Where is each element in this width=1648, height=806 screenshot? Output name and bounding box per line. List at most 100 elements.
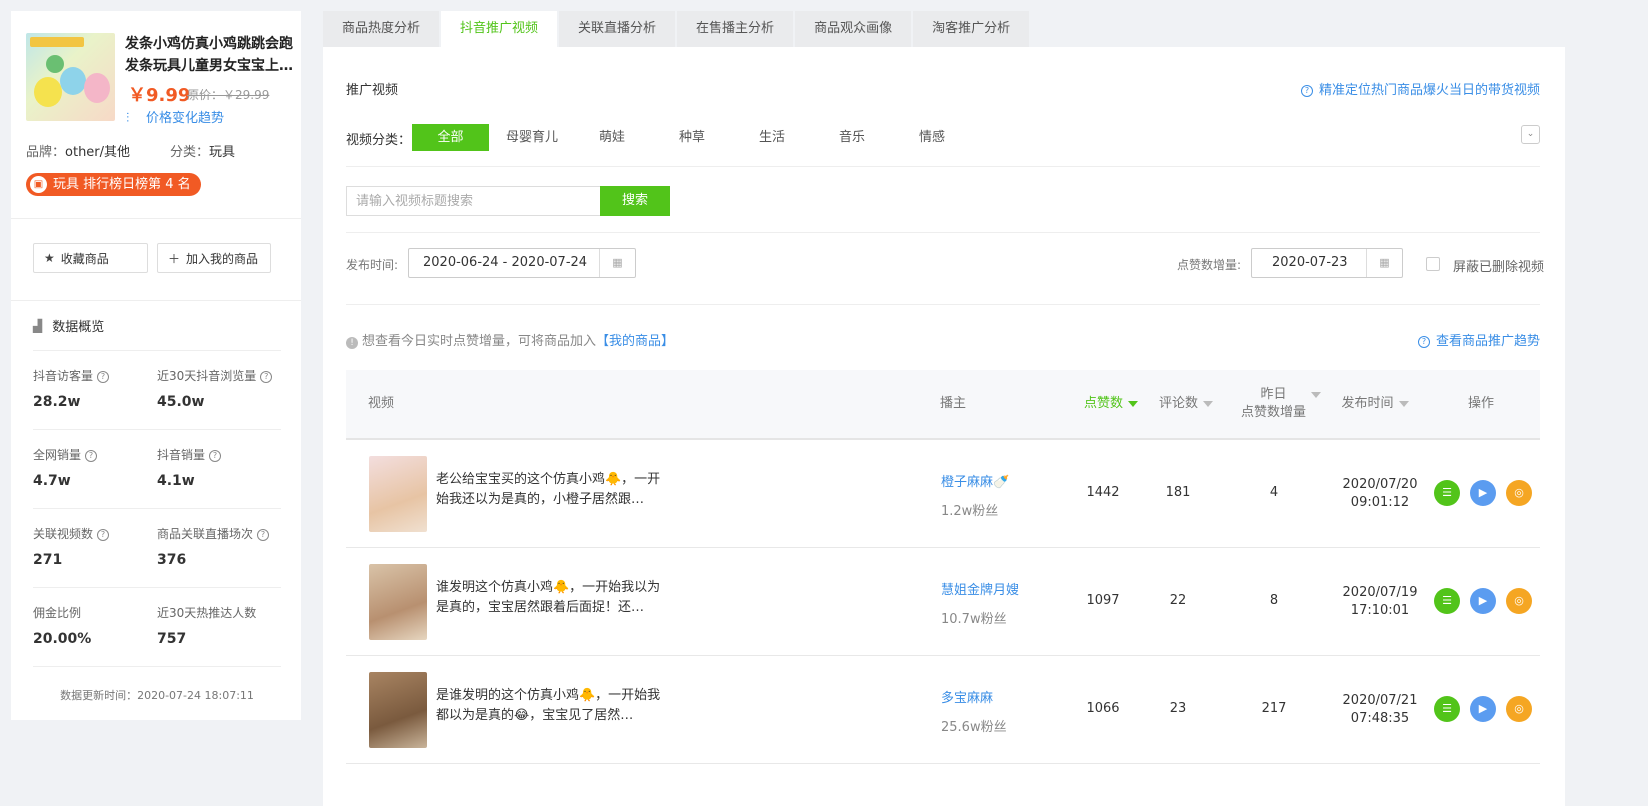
hide-deleted-label: 屏蔽已删除视频	[1453, 260, 1545, 275]
likes-increment-date-picker[interactable]: 2020-07-23 ▦	[1251, 248, 1403, 278]
data-overview: ▟ 数据概览 抖音访客量? 28.2w 近30天抖音浏览量? 45.0w 全网销量? 4…	[11, 301, 301, 703]
rank-badge[interactable]: ▣ 玩具 排行榜日榜第 4 名	[26, 173, 201, 196]
tab-live-analysis[interactable]: 关联直播分析	[559, 11, 676, 47]
video-thumbnail[interactable]	[369, 564, 427, 640]
anchor-fans: 25.6w粉丝	[941, 720, 1007, 735]
table-row: 谁发明这个仿真小鸡🐥，一开始我以为是真的，宝宝居然跟着后面捉！还… 慧姐金牌月嫂…	[346, 548, 1540, 656]
col-likes-sort[interactable]: 点赞数	[1081, 370, 1141, 438]
tab-audience-profile[interactable]: 商品观众画像	[795, 11, 912, 47]
divider	[346, 166, 1540, 167]
col-publish-time-sort[interactable]: 发布时间	[1338, 370, 1412, 438]
analysis-tabs: 商品热度分析 抖音推广视频 关联直播分析 在售播主分析 商品观众画像 淘客推广分…	[323, 11, 1031, 47]
video-thumbnail[interactable]	[369, 672, 427, 748]
video-thumbnail[interactable]	[369, 456, 427, 532]
overview-title: ▟ 数据概览	[33, 301, 281, 351]
detail-button[interactable]: ☰	[1434, 696, 1460, 722]
play-button[interactable]: ▶	[1470, 588, 1496, 614]
publish-date-range-picker[interactable]: 2020-06-24 - 2020-07-24 ▦	[408, 248, 636, 278]
video-panel: 推广视频 ? 精准定位热门商品爆火当日的带货视频 视频分类： 全部 母婴育儿 萌娃…	[323, 47, 1565, 806]
play-button[interactable]: ▶	[1470, 696, 1496, 722]
update-time: 数据更新时间：2020-07-24 18:07:11	[60, 689, 254, 702]
target-button[interactable]: ◎	[1506, 696, 1532, 722]
comments-count: 23	[1169, 701, 1187, 716]
product-title[interactable]: 发条小鸡仿真小鸡跳跳会跑发条玩具儿童男女宝宝上…	[125, 33, 295, 77]
search-input[interactable]	[346, 186, 600, 216]
target-button[interactable]: ◎	[1506, 480, 1532, 506]
calendar-icon: ▦	[599, 249, 635, 277]
video-title[interactable]: 老公给宝宝买的这个仿真小鸡🐥，一开始我还以为是真的，小橙子居然跟…	[436, 470, 668, 510]
help-icon[interactable]: ?	[209, 449, 222, 462]
comments-count: 22	[1169, 593, 1187, 608]
help-icon[interactable]: ?	[85, 449, 98, 462]
help-icon[interactable]: ?	[257, 528, 270, 541]
product-summary: 发条小鸡仿真小鸡跳跳会跑发条玩具儿童男女宝宝上… ￥9.99 原价：￥29.99…	[11, 11, 301, 219]
hide-deleted-checkbox[interactable]	[1426, 257, 1440, 271]
search-button[interactable]: 搜索	[600, 186, 670, 216]
help-icon[interactable]: ?	[97, 528, 110, 541]
add-my-product-button[interactable]: ＋加入我的商品	[157, 243, 271, 273]
anchor-name[interactable]: 橙子麻麻🍼	[941, 471, 1009, 490]
category-life[interactable]: 生活	[732, 124, 812, 151]
bar-chart-icon: ▟	[33, 318, 43, 333]
video-title[interactable]: 是谁发明的这个仿真小鸡🐥，一开始我都以为是真的😂，宝宝见了居然…	[436, 686, 668, 726]
tab-taoke-analysis[interactable]: 淘客推广分析	[913, 11, 1030, 47]
comments-count: 181	[1165, 485, 1191, 500]
publish-time: 2020/07/20 09:01:12	[1342, 477, 1418, 510]
col-comments-sort[interactable]: 评论数	[1156, 370, 1216, 438]
help-icon[interactable]: ?	[97, 370, 110, 383]
detail-button[interactable]: ☰	[1434, 588, 1460, 614]
chart-icon: ⫶	[126, 111, 130, 126]
likes-increment-label: 点赞数增量:	[1177, 258, 1242, 272]
price-trend-link[interactable]: ⫶ 价格变化趋势	[126, 107, 224, 126]
list-icon: ☰	[1442, 486, 1452, 499]
help-icon: ?	[1417, 335, 1430, 348]
hot-video-tip-link[interactable]: ? 精准定位热门商品爆火当日的带货视频	[1300, 79, 1540, 98]
favorite-button[interactable]: ★ 收藏商品	[33, 243, 148, 273]
publish-time-label: 发布时间:	[346, 258, 399, 272]
category-all[interactable]: 全部	[412, 124, 489, 151]
likes-count: 1442	[1086, 485, 1120, 500]
category: 分类：玩具	[170, 145, 236, 160]
category-emotion[interactable]: 情感	[892, 124, 972, 151]
detail-button[interactable]: ☰	[1434, 480, 1460, 506]
anchor-fans: 10.7w粉丝	[941, 612, 1007, 627]
category-label: 视频分类：	[346, 133, 412, 148]
list-icon: ☰	[1442, 702, 1452, 715]
publish-time: 2020/07/21 07:48:35	[1342, 693, 1418, 726]
help-icon[interactable]: ?	[260, 370, 273, 383]
table-row: 老公给宝宝买的这个仿真小鸡🐥，一开始我还以为是真的，小橙子居然跟… 橙子麻麻🍼 …	[346, 440, 1540, 548]
anchor-name[interactable]: 多宝麻麻	[941, 687, 993, 706]
category-filter: 全部 母婴育儿 萌娃 种草 生活 音乐 情感	[412, 124, 972, 151]
stat-related-videos: 关联视频数? 271	[33, 525, 110, 568]
help-icon: ?	[1300, 84, 1313, 97]
anchor-name[interactable]: 慧姐金牌月嫂	[941, 579, 1019, 598]
play-button[interactable]: ▶	[1470, 480, 1496, 506]
category-recommend[interactable]: 种草	[652, 124, 732, 151]
stat-total-sales: 全网销量? 4.7w	[33, 446, 98, 489]
tab-anchor-analysis[interactable]: 在售播主分析	[677, 11, 794, 47]
col-yesterday-likes-sort[interactable]: 昨日 点赞数增量	[1236, 370, 1326, 438]
category-parenting[interactable]: 母婴育儿	[492, 124, 572, 151]
stat-douyin-visitors: 抖音访客量? 28.2w	[33, 367, 110, 410]
publish-date-range: 2020-06-24 - 2020-07-24	[423, 255, 588, 270]
tab-product-heat[interactable]: 商品热度分析	[323, 11, 440, 47]
target-icon: ◎	[1514, 702, 1524, 715]
sort-down-icon	[1311, 392, 1321, 398]
product-image[interactable]	[26, 33, 115, 121]
tab-douyin-videos[interactable]: 抖音推广视频	[441, 11, 558, 47]
publish-time: 2020/07/19 17:10:01	[1342, 585, 1418, 618]
video-title[interactable]: 谁发明这个仿真小鸡🐥，一开始我以为是真的，宝宝居然跟着后面捉！还…	[436, 578, 668, 618]
promotion-trend-link[interactable]: ? 查看商品推广趋势	[1417, 330, 1540, 349]
likes-count: 1097	[1086, 593, 1120, 608]
my-products-link[interactable]: 【我的商品】	[596, 334, 674, 349]
anchor-fans: 1.2w粉丝	[941, 504, 999, 519]
category-music[interactable]: 音乐	[812, 124, 892, 151]
col-anchor: 播主	[940, 396, 967, 411]
target-button[interactable]: ◎	[1506, 588, 1532, 614]
category-cute-baby[interactable]: 萌娃	[572, 124, 652, 151]
col-video: 视频	[368, 396, 395, 411]
divider	[346, 304, 1540, 305]
chevron-down-icon[interactable]: ⌄	[1521, 125, 1540, 144]
table-row: 是谁发明的这个仿真小鸡🐥，一开始我都以为是真的😂，宝宝见了居然… 多宝麻麻 25…	[346, 656, 1540, 764]
table-header: 视频 播主 点赞数 评论数 昨日 点赞数增量 发布时间 操作	[346, 370, 1540, 440]
